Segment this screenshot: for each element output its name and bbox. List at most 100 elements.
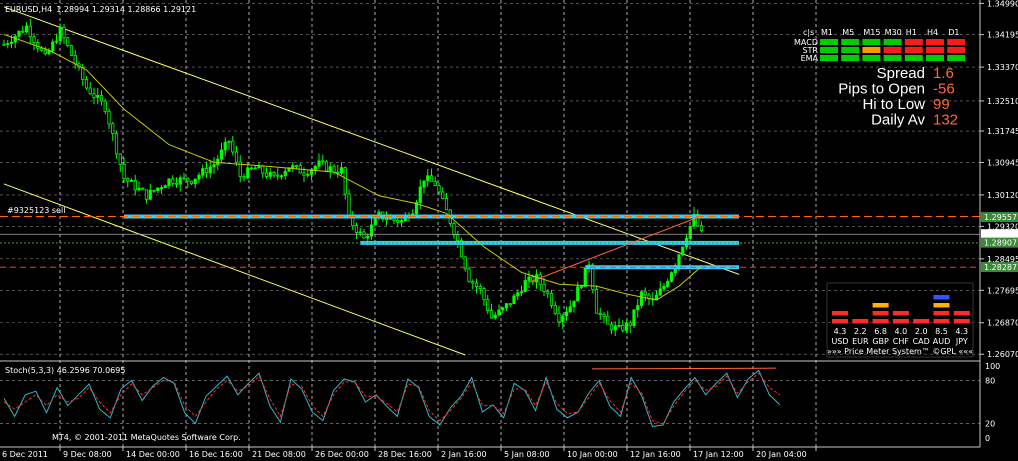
signal-cell [926,47,944,53]
info-label: Spread [877,65,925,82]
x-tick-label: 26 Dec 00:00 [315,450,369,459]
candle-body [268,172,272,177]
candle-body [324,161,329,172]
info-label: Hi to Low [862,96,925,113]
y-tick-label: 1.30945 [987,158,1018,167]
candle-body [163,185,167,188]
candle-body [699,225,704,232]
candle-body [54,40,59,43]
y-tick-label: 1.27695 [987,286,1018,295]
candle-body [66,37,70,46]
meter-bar [933,295,950,300]
meter-bar [872,303,889,308]
chart-background [0,0,1018,461]
candle-body [452,223,456,236]
candle-body [156,187,160,191]
candle-body [624,322,629,331]
x-tick-label: 28 Dec 16:00 [378,450,432,459]
candle-body [159,187,164,189]
candle-body [516,292,520,297]
candle-body [129,180,134,182]
candle-body [583,267,587,287]
signal-cell [947,55,966,61]
candle-body [242,176,246,179]
meter-bar [892,319,909,324]
price-tag-label: 1.28287 [984,263,1017,272]
candle-body [111,123,115,134]
meter-bar [953,319,970,324]
candle-body [482,288,486,300]
y-tick-label: 1.33370 [987,63,1018,72]
info-value: 99 [933,96,950,113]
candle-body [212,164,216,168]
candle-body [471,281,475,284]
candle-body [347,193,351,216]
meter-value: 6.8 [874,327,887,336]
candle-body [433,180,437,186]
candle-body [572,300,576,308]
candle-body [613,325,617,331]
candle-body [122,163,126,179]
candle-body [373,217,377,226]
signal-cell [820,39,838,45]
x-tick-label: 21 Dec 08:00 [252,450,306,459]
signal-cell [841,55,860,61]
meter-currency: EUR [852,337,869,346]
candle-body [489,310,494,319]
candle-body [264,172,269,177]
meter-bar [933,303,950,308]
candle-body [444,197,449,211]
y-tick-label: 1.26870 [987,319,1018,328]
candle-body [261,165,265,174]
candle-body [643,291,647,296]
candle-body [666,280,670,287]
candle-body [568,306,572,313]
candle-body [197,174,201,180]
meter-bar [832,311,848,316]
candle-body [9,41,14,44]
candle-body [546,291,550,294]
candle-body [174,182,179,185]
candle-body [467,268,471,283]
candle-body [658,288,662,296]
candle-body [609,323,614,331]
y-tick-label: 1.31745 [987,127,1018,136]
copyright: MT4, © 2001-2011 MetaQuotes Software Cor… [52,433,241,442]
candle-body [549,292,554,306]
candle-body [36,42,40,49]
candle-body [28,25,32,38]
meter-bar [852,319,869,324]
meter-currency: AUD [933,337,951,346]
candle-body [561,315,565,323]
candle-body [557,312,561,323]
candle-body [47,50,51,55]
candle-body [317,160,321,167]
candle-body [6,43,10,45]
signal-cell [904,47,923,53]
signal-cell [904,55,923,61]
candle-body [17,30,21,37]
candle-body [392,217,396,221]
meter-bar [872,319,889,324]
candle-body [579,286,584,288]
meter-bar [953,311,970,316]
meter-value: 2.0 [915,327,928,336]
forex-chart[interactable]: EURUSD,H4 1.28994 1.29314 1.28866 1.29121… [0,0,1018,461]
candle-body [152,189,156,192]
candle-body [594,289,599,314]
candle-body [276,174,280,177]
candle-body [669,272,674,282]
signal-corner-label: c|s [803,28,814,37]
candle-body [182,177,186,180]
candle-body [576,286,580,302]
timeframe-label: M30 [885,28,902,37]
candle-body [114,133,119,155]
candle-body [253,167,257,170]
candle-body [193,178,197,184]
x-tick-label: 20 Jan 04:00 [756,450,807,459]
candle-body [519,291,524,294]
timeframe-label: H1 [906,28,917,37]
candle-body [88,87,92,95]
candle-body [204,168,209,174]
candle-body [69,45,74,56]
